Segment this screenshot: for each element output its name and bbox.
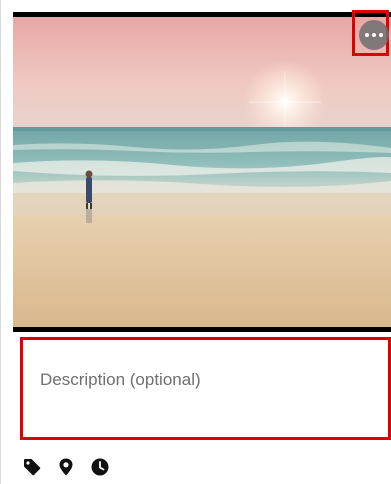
- clock-icon[interactable]: [90, 457, 110, 477]
- photo-container: [13, 12, 391, 332]
- ellipsis-icon: [365, 33, 383, 37]
- more-options-button[interactable]: [359, 20, 389, 50]
- panel-left-border: [0, 0, 1, 484]
- tag-icon[interactable]: [22, 457, 42, 477]
- beach-photo: [13, 17, 391, 327]
- description-input[interactable]: Description (optional): [23, 340, 388, 437]
- location-pin-icon[interactable]: [56, 457, 76, 477]
- attachment-toolbar: [22, 456, 110, 478]
